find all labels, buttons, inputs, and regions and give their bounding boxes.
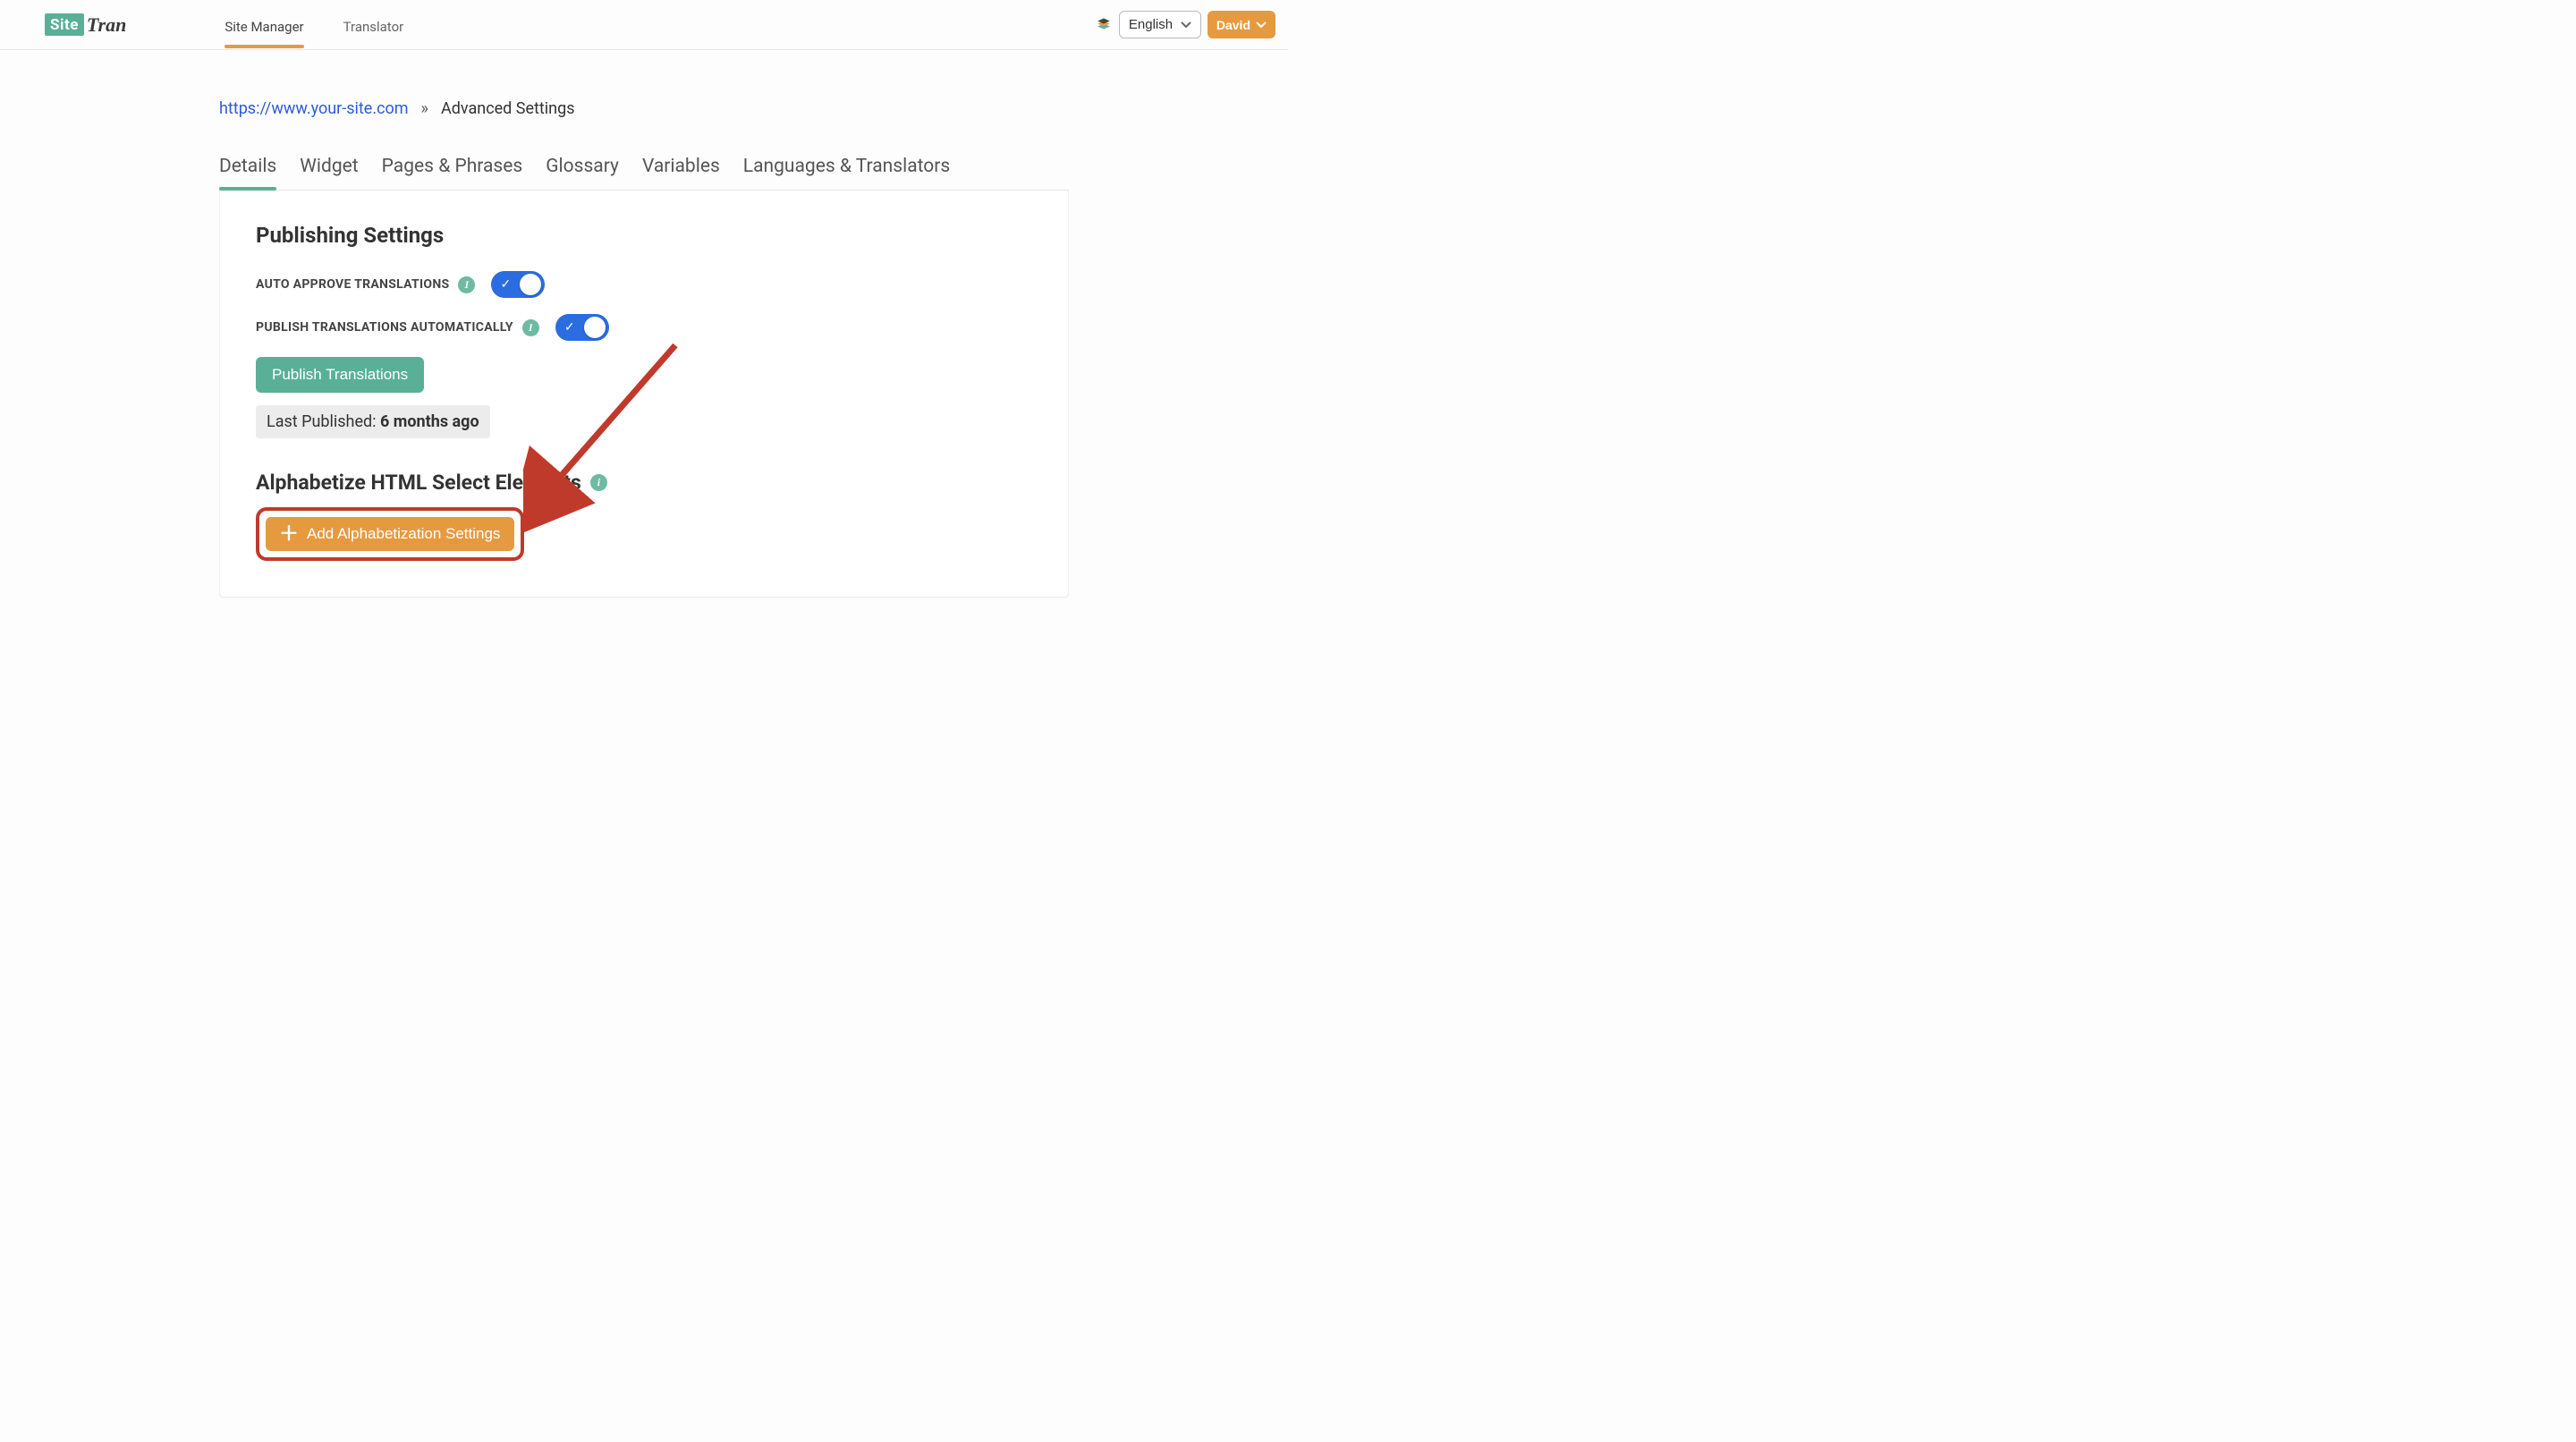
- publishing-settings-heading: Publishing Settings: [256, 223, 1032, 248]
- plus-icon: ＋: [280, 525, 298, 543]
- user-name: David: [1216, 18, 1250, 32]
- check-icon: ✓: [564, 320, 575, 335]
- breadcrumb-site-link[interactable]: https://www.your-site.com: [219, 99, 409, 118]
- tabs: Details Widget Pages & Phrases Glossary …: [219, 156, 1069, 191]
- highlight-annotation: ＋ Add Alphabetization Settings: [256, 507, 524, 561]
- nav-site-manager[interactable]: Site Manager: [225, 3, 303, 47]
- last-published-prefix: Last Published:: [267, 412, 380, 431]
- tab-glossary[interactable]: Glossary: [546, 156, 619, 190]
- last-published-value: 6 months ago: [380, 412, 479, 431]
- logo-mark: Site: [45, 13, 84, 36]
- user-menu-button[interactable]: David: [1208, 11, 1275, 38]
- tab-languages-translators[interactable]: Languages & Translators: [743, 156, 950, 190]
- publish-auto-label: PUBLISH TRANSLATIONS AUTOMATICALLY i: [256, 319, 539, 336]
- info-icon[interactable]: i: [458, 276, 475, 293]
- publish-translations-button[interactable]: Publish Translations: [256, 357, 424, 393]
- top-nav: Site Manager Translator: [225, 3, 403, 47]
- chevron-down-icon: [1256, 20, 1267, 30]
- auto-approve-toggle[interactable]: ✓: [491, 271, 545, 298]
- info-icon[interactable]: i: [590, 474, 607, 491]
- publish-auto-row: PUBLISH TRANSLATIONS AUTOMATICALLY i ✓: [256, 314, 1032, 341]
- info-icon[interactable]: i: [522, 319, 539, 336]
- breadcrumb-separator: »: [421, 99, 428, 118]
- language-select[interactable]: English: [1119, 11, 1201, 38]
- tab-variables[interactable]: Variables: [642, 156, 720, 190]
- tab-widget[interactable]: Widget: [300, 156, 358, 190]
- auto-approve-label: AUTO APPROVE TRANSLATIONS i: [256, 276, 475, 293]
- check-icon: ✓: [500, 277, 511, 292]
- breadcrumb: https://www.your-site.com » Advanced Set…: [219, 99, 1069, 118]
- alphabetize-heading: Alphabetize HTML Select Elements i: [256, 471, 1032, 495]
- breadcrumb-current: Advanced Settings: [441, 99, 575, 118]
- publish-auto-toggle[interactable]: ✓: [555, 314, 609, 341]
- tab-details[interactable]: Details: [219, 156, 276, 190]
- auto-approve-row: AUTO APPROVE TRANSLATIONS i ✓: [256, 271, 1032, 298]
- top-bar: Site Tran Site Manager Translator Englis…: [0, 0, 1288, 50]
- add-alphabetization-button[interactable]: ＋ Add Alphabetization Settings: [266, 517, 514, 551]
- logo[interactable]: Site Tran: [45, 13, 126, 37]
- add-alphabetization-label: Add Alphabetization Settings: [307, 525, 500, 543]
- language-icon: [1096, 17, 1112, 33]
- tab-pages-phrases[interactable]: Pages & Phrases: [382, 156, 523, 190]
- settings-card: Publishing Settings AUTO APPROVE TRANSLA…: [219, 191, 1069, 598]
- last-published-badge: Last Published: 6 months ago: [256, 405, 490, 438]
- nav-translator[interactable]: Translator: [343, 3, 404, 47]
- logo-wordmark: Tran: [87, 13, 126, 37]
- page-content: https://www.your-site.com » Advanced Set…: [219, 50, 1069, 651]
